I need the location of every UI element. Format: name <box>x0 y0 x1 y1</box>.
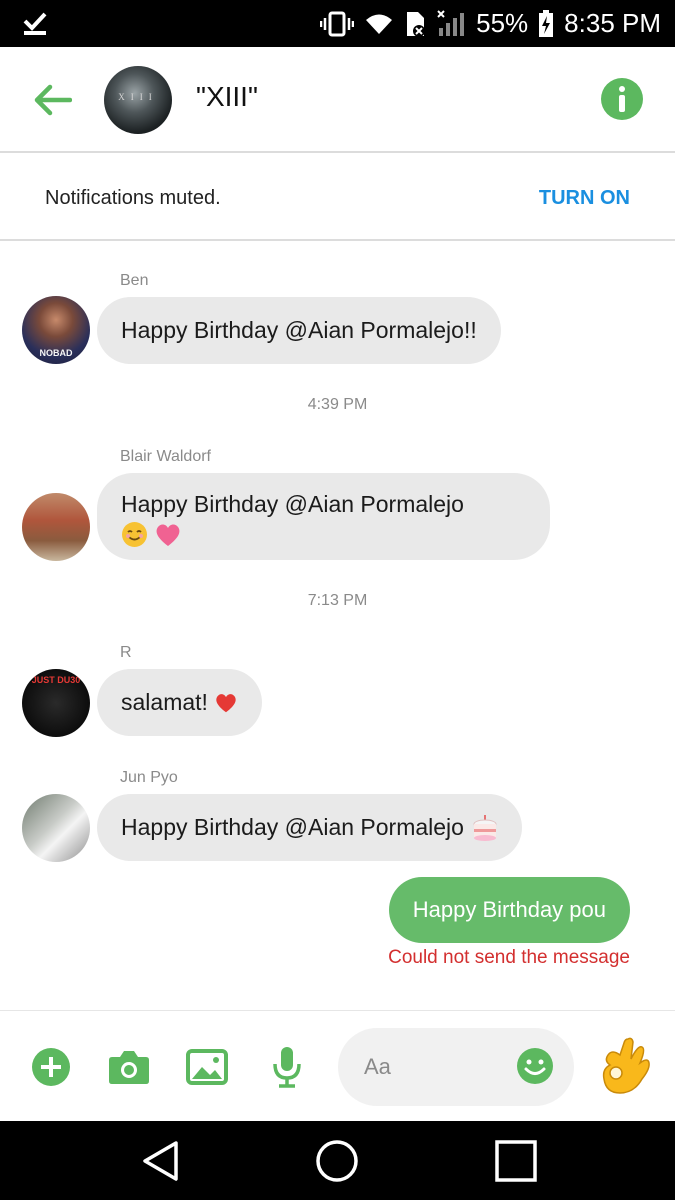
outgoing-message-bubble[interactable]: Happy Birthday pou <box>388 877 630 943</box>
avatar[interactable]: JUST DU30 <box>22 669 90 737</box>
clock: 8:35 PM <box>564 8 661 38</box>
gallery-icon <box>186 1049 228 1085</box>
microphone-icon <box>273 1047 301 1088</box>
message-text: salamat! <box>121 689 208 715</box>
camera-button[interactable] <box>108 1046 150 1088</box>
home-icon[interactable] <box>314 1138 360 1184</box>
outgoing-message-text: Happy Birthday pou <box>412 897 606 922</box>
avatar[interactable] <box>22 794 90 862</box>
sd-card-icon <box>404 10 426 38</box>
avatar-text: JUST DU30 <box>31 675 81 685</box>
signal-icon <box>436 9 466 38</box>
recents-icon[interactable] <box>493 1138 539 1184</box>
message-bubble[interactable]: Happy Birthday @Aian Pormalejo <box>97 794 522 861</box>
message-input-box[interactable] <box>338 1028 574 1106</box>
sender-name: Ben <box>120 272 149 289</box>
arrow-left-icon <box>34 84 72 116</box>
smiling-face-icon <box>122 522 147 548</box>
notifications-banner: Notifications muted. TURN ON <box>0 155 675 241</box>
vibrate-icon <box>320 11 355 37</box>
message-bubble[interactable]: salamat! <box>97 669 262 736</box>
voice-button[interactable] <box>266 1046 308 1088</box>
message-text: Happy Birthday @Aian Pormalejo!! <box>121 317 477 343</box>
plus-icon <box>32 1048 70 1086</box>
message-text: Happy Birthday @Aian Pormalejo <box>121 814 464 840</box>
pink-heart-icon <box>156 524 180 546</box>
back-icon[interactable] <box>138 1138 184 1184</box>
avatar[interactable]: NOBAD <box>22 296 90 364</box>
battery-charging-icon <box>538 9 554 38</box>
download-done-icon <box>22 10 48 41</box>
back-button[interactable] <box>30 80 74 120</box>
sender-name: Jun Pyo <box>120 769 178 786</box>
ok-hand-button[interactable] <box>598 1035 652 1097</box>
group-avatar[interactable]: XIII <box>104 66 172 134</box>
message-text: Happy Birthday @Aian Pormalejo <box>121 491 464 517</box>
conversation-header: XIII "XIII" <box>0 47 675 153</box>
status-bar: 55% 8:35 PM <box>0 0 675 47</box>
system-navigation-bar <box>0 1121 675 1200</box>
birthday-cake-icon <box>473 814 497 841</box>
sender-name: Blair Waldorf <box>120 448 211 465</box>
wifi-icon <box>364 12 394 36</box>
message-bubble[interactable]: Happy Birthday @Aian Pormalejo <box>97 473 550 560</box>
group-avatar-text: XIII <box>118 92 158 102</box>
message-composer <box>0 1010 675 1121</box>
avatar-text: NOBAD <box>39 348 73 358</box>
emoji-icon[interactable] <box>516 1047 554 1085</box>
message-input[interactable] <box>364 1050 514 1084</box>
timestamp: 4:39 PM <box>307 396 368 413</box>
notifications-muted-text: Notifications muted. <box>45 187 221 209</box>
ok-hand-icon <box>602 1037 650 1094</box>
battery-percent: 55% <box>476 8 529 38</box>
conversation-title[interactable]: "XIII" <box>196 81 258 113</box>
turn-on-button[interactable]: TURN ON <box>539 187 630 210</box>
message-bubble[interactable]: Happy Birthday @Aian Pormalejo!! <box>97 297 501 364</box>
sender-name: R <box>120 644 132 661</box>
camera-icon <box>109 1051 149 1084</box>
gallery-button[interactable] <box>186 1046 228 1088</box>
avatar[interactable] <box>22 493 90 561</box>
red-heart-icon <box>216 693 236 712</box>
info-button[interactable] <box>601 78 643 120</box>
timestamp: 7:13 PM <box>307 592 368 609</box>
send-error-text[interactable]: Could not send the message <box>388 947 630 969</box>
add-button[interactable] <box>30 1046 72 1088</box>
